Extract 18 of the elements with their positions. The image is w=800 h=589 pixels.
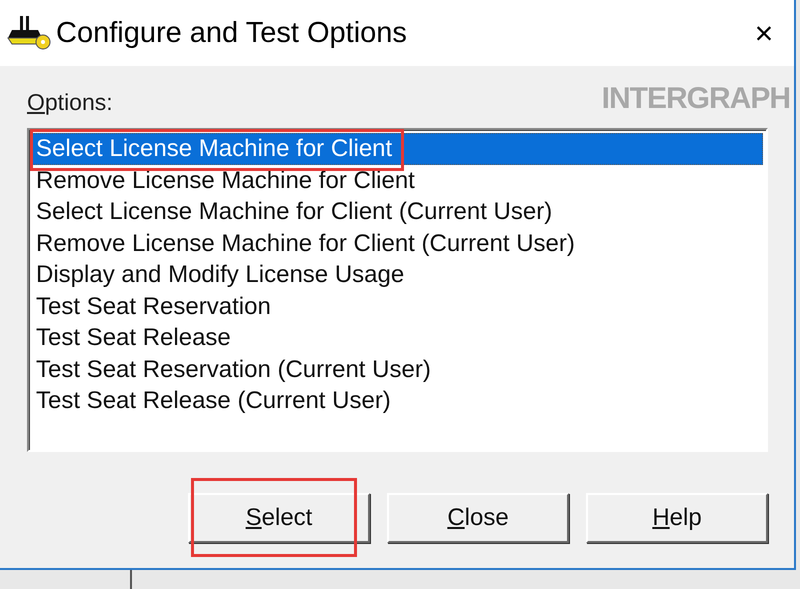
list-item[interactable]: Select License Machine for Client [32,133,763,164]
list-item[interactable]: Remove License Machine for Client [32,164,763,196]
list-item[interactable]: Test Seat Reservation (Current User) [32,354,763,385]
list-item[interactable]: Display and Modify License Usage [32,259,763,290]
options-label: Options: [27,89,113,117]
list-item[interactable]: Remove License Machine for Client (Current User) [32,228,763,259]
dialog-button[interactable]: Close [387,493,569,543]
list-item[interactable]: Test Seat Release (Current User) [32,385,763,416]
close-button[interactable]: × [734,14,794,52]
options-list[interactable] [27,128,768,452]
app-icon [6,14,52,52]
dialog-button[interactable]: Help [586,493,768,543]
list-item[interactable]: Test Seat Reservation [32,290,763,322]
logo: INTERGRAPH [602,82,790,116]
dialog-button[interactable]: Select [188,493,370,543]
list-item[interactable]: Select License Machine for Client (Current User) [32,196,763,228]
window-title: Configure and Test Options [56,16,408,50]
list-item[interactable]: Test Seat Release [32,322,763,354]
